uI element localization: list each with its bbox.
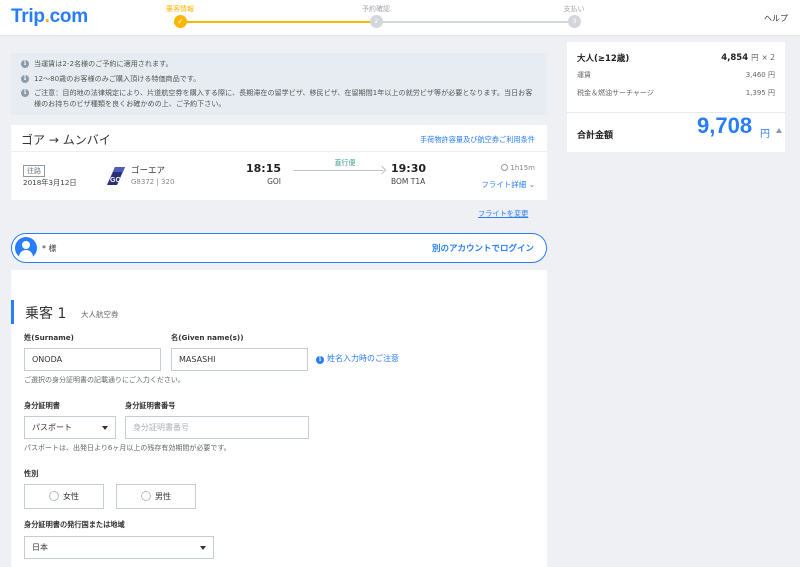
- surname-label: 姓(Surname): [24, 333, 74, 342]
- adult-fare-label: 大人(≥12歳): [577, 54, 630, 64]
- issuing-country-label: 身分証明書の発行国または地域: [24, 520, 125, 529]
- given-name-label: 名(Given name(s)): [171, 333, 244, 342]
- total-amount: 9,708: [697, 113, 753, 138]
- step-number-2: 2: [370, 15, 383, 28]
- route-arrowhead-icon: [377, 165, 387, 175]
- account-name: * 様: [42, 244, 57, 253]
- clock-icon: [501, 164, 509, 171]
- trip-direction-tag: 往路: [23, 165, 45, 177]
- passenger-title: 乗客 1: [25, 306, 67, 322]
- login-other-account-link[interactable]: 別のアカウントでログイン: [432, 242, 534, 254]
- notice-row: i ご注意：目的地の法律規定により、片道航空券を購入する際に、長期滞在の留学ビザ…: [21, 88, 537, 109]
- step-label-confirm: 予約確認: [362, 5, 390, 13]
- flight-number: G8372 | 320: [131, 178, 175, 186]
- adult-fare-amount: 4,854 円 × 2: [721, 53, 775, 63]
- step-check-icon: ✓: [174, 15, 187, 28]
- base-fare-row: 運賃 3,460 円: [577, 70, 775, 80]
- change-flight-link[interactable]: フライトを変更: [478, 209, 528, 219]
- id-type-label: 身分証明書: [24, 401, 60, 410]
- trip-logo[interactable]: Trip.com: [11, 6, 88, 28]
- notice-text: 当運賃は2-2名様のご予約に適用されます。: [34, 59, 173, 68]
- arrival-time: 19:30: [391, 162, 427, 175]
- price-adult-row: 大人(≥12歳) 4,854 円 × 2: [577, 52, 775, 64]
- route-arrow-icon: →: [48, 133, 59, 147]
- caret-down-icon: [200, 546, 206, 550]
- departure-airport: GOI: [267, 177, 281, 186]
- issuing-country-select[interactable]: 日本: [24, 536, 214, 559]
- gender-male-button[interactable]: 男性: [116, 484, 196, 509]
- arrival-airport: BOM T1A: [391, 177, 426, 186]
- passport-hint: パスポートは、出発日より6ヶ月以上の残存有効期間が必要です。: [24, 444, 231, 452]
- user-avatar-icon: [15, 237, 37, 259]
- airline-name: ゴーエア: [131, 166, 166, 176]
- id-number-label: 身分証明書番号: [125, 401, 176, 410]
- surname-input[interactable]: ONODA: [24, 348, 161, 371]
- id-number-input[interactable]: 身分証明書番号: [125, 416, 309, 439]
- tax-label: 税金＆燃油サーチャージ: [577, 89, 654, 97]
- divider: [11, 151, 547, 152]
- flight-route-title: ゴア → ムンバイ: [21, 133, 111, 147]
- caret-down-icon: [102, 426, 108, 430]
- info-icon: i: [316, 356, 324, 364]
- step-label-payment: 支払い: [563, 5, 585, 13]
- step-number-3: 3: [568, 15, 581, 28]
- section-accent-bar: [11, 300, 14, 324]
- given-name-input[interactable]: MASASHI: [171, 348, 308, 371]
- name-input-note-link[interactable]: i 姓名入力時のご注意: [316, 353, 399, 364]
- baggage-conditions-link[interactable]: 手荷物許容量及び航空券ご利用条件: [420, 135, 535, 145]
- help-link[interactable]: ヘルプ: [764, 13, 788, 24]
- account-bar: * 様 別のアカウントでログイン: [11, 233, 547, 263]
- female-icon: [49, 491, 59, 501]
- passenger-form: 乗客 1 大人航空券 姓(Surname) ONODA 名(Given name…: [11, 270, 547, 567]
- direct-flight-label: 直行便: [334, 159, 356, 167]
- total-price-box: 合計金額: [567, 112, 785, 152]
- male-icon: [141, 491, 151, 501]
- caret-up-icon[interactable]: [776, 128, 782, 133]
- notice-row: i 12～80歳のお客様のみご購入頂ける特価商品です。: [21, 74, 537, 85]
- chevron-down-icon: ⌄: [528, 180, 535, 189]
- flight-details-link[interactable]: フライト詳細 ⌄: [481, 179, 535, 190]
- id-type-select[interactable]: パスポート: [24, 416, 116, 439]
- gender-label: 性別: [24, 469, 39, 478]
- total-label: 合計金額: [577, 131, 614, 141]
- info-icon: i: [21, 74, 29, 83]
- total-currency: 円: [760, 129, 770, 140]
- booking-progress: 乗客情報 ✓ 予約確認 2 支払い 3: [160, 0, 600, 36]
- top-header: Trip.com 乗客情報 ✓ 予約確認 2 支払い 3 ヘルプ: [0, 0, 800, 36]
- notice-text: 12～80歳のお客様のみご購入頂ける特価商品です。: [34, 73, 201, 83]
- passenger-ticket-type: 大人航空券: [81, 310, 119, 319]
- flight-duration: 1h15m: [501, 164, 535, 172]
- fare-notice-box: i 当運賃は2-2名様のご予約に適用されます。 i 12～80歳のお客様のみご購…: [11, 53, 547, 115]
- base-fare-amount: 3,460 円: [745, 71, 775, 79]
- notice-row: i 当運賃は2-2名様のご予約に適用されます。: [21, 59, 537, 70]
- goair-logo-icon: GO: [107, 167, 125, 185]
- info-icon: i: [21, 60, 29, 68]
- tax-amount: 1,395 円: [745, 89, 775, 97]
- flight-date: 2018年3月12日: [23, 178, 77, 187]
- name-hint: ご選択の身分証明書の記載通りにご入力ください。: [24, 376, 185, 384]
- notice-text: ご注意：目的地の法律規定により、片道航空券を購入する際に、長期滞在の留学ビザ、移…: [34, 88, 533, 108]
- base-fare-label: 運賃: [577, 71, 591, 79]
- svg-text:GO: GO: [110, 177, 121, 184]
- step-label-passenger: 乗客情報: [166, 5, 194, 13]
- tax-row: 税金＆燃油サーチャージ 1,395 円: [577, 88, 775, 98]
- route-line: [293, 170, 383, 171]
- gender-female-button[interactable]: 女性: [24, 484, 104, 509]
- progress-line-done: [180, 21, 370, 23]
- departure-time: 18:15: [245, 162, 281, 175]
- flight-summary-card: ゴア → ムンバイ 手荷物許容量及び航空券ご利用条件 往路 2018年3月12日…: [11, 125, 547, 200]
- progress-line-pending: [370, 21, 570, 23]
- info-icon: i: [21, 89, 29, 97]
